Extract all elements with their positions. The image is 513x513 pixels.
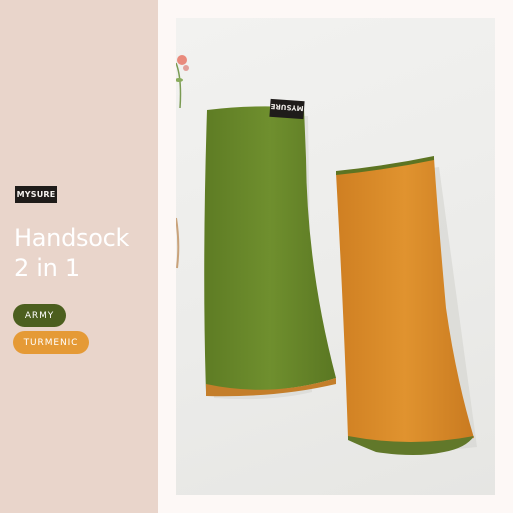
color-option-army-label: ARMY (24, 310, 55, 321)
product-photo: MYSURE (176, 18, 495, 495)
color-option-army: ARMY (13, 304, 66, 327)
left-info-panel: MYSURE Handsock 2 in 1 ARMY TURMENIC (0, 0, 158, 513)
product-title-line-2: 2 in 1 (14, 254, 80, 282)
color-option-turmenic: TURMENIC (13, 331, 89, 354)
color-option-turmenic-label: TURMENIC (23, 337, 79, 348)
product-photo-illustration: MYSURE (176, 55, 477, 455)
army-handsock: MYSURE (204, 98, 336, 397)
product-title-line-1: Handsock (14, 224, 130, 252)
brand-logo-text: MYSURE (16, 190, 56, 199)
flower-decoration (176, 55, 189, 269)
brand-logo: MYSURE (15, 186, 57, 203)
product-title: Handsock 2 in 1 (14, 223, 129, 283)
